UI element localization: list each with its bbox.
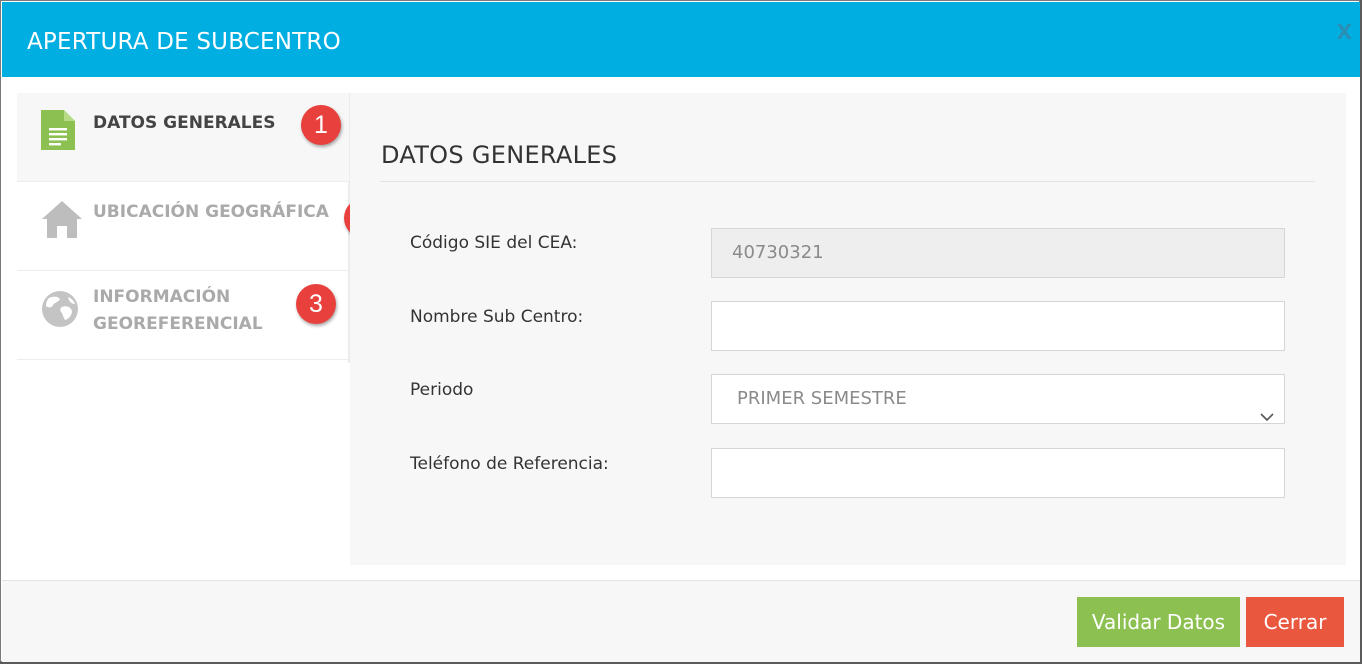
step-content-panel: DATOS GENERALES Código SIE del CEA: 4073… <box>350 93 1346 565</box>
modal-footer: Validar Datos Cerrar <box>2 580 1360 662</box>
chevron-down-icon <box>1260 393 1274 441</box>
nombre-sub-centro-input[interactable] <box>711 301 1285 351</box>
home-icon <box>41 200 83 242</box>
modal-header: APERTURA DE SUBCENTRO X <box>2 2 1360 77</box>
modal-dialog: APERTURA DE SUBCENTRO X DATOS GENERALES <box>0 0 1360 662</box>
periodo-label: Periodo <box>410 380 474 400</box>
step-label-georeferencial: GEOREFERENCIAL <box>93 314 263 334</box>
document-icon <box>41 110 75 154</box>
nombre-sub-centro-label: Nombre Sub Centro: <box>410 307 584 327</box>
section-divider <box>380 181 1315 182</box>
codigo-sie-field: 40730321 <box>711 228 1285 278</box>
telefono-input[interactable] <box>711 448 1285 498</box>
step-informacion-georeferencial[interactable]: INFORMACIÓN GEOREFERENCIAL 3 <box>17 271 349 360</box>
step-badge-1: 1 <box>301 105 341 145</box>
periodo-select[interactable]: PRIMER SEMESTRE <box>711 374 1285 424</box>
telefono-label: Teléfono de Referencia: <box>410 454 609 474</box>
globe-icon <box>41 290 79 332</box>
validar-datos-button[interactable]: Validar Datos <box>1077 597 1240 647</box>
step-label-ubicacion-geografica: UBICACIÓN GEOGRÁFICA <box>93 202 329 222</box>
cerrar-button[interactable]: Cerrar <box>1246 597 1344 647</box>
step-label-informacion: INFORMACIÓN <box>93 287 231 307</box>
wizard-steps: DATOS GENERALES 1 UBICACIÓN GEOGRÁFICA 2 <box>17 93 384 563</box>
modal-body: DATOS GENERALES 1 UBICACIÓN GEOGRÁFICA 2 <box>2 77 1360 580</box>
section-title: DATOS GENERALES <box>381 141 618 169</box>
modal-title: APERTURA DE SUBCENTRO <box>27 29 341 55</box>
step-ubicacion-geografica[interactable]: UBICACIÓN GEOGRÁFICA 2 <box>17 182 384 271</box>
close-icon[interactable]: X <box>1337 20 1352 44</box>
step-badge-3: 3 <box>296 284 336 324</box>
codigo-sie-label: Código SIE del CEA: <box>410 233 578 253</box>
periodo-selected-value: PRIMER SEMESTRE <box>737 388 907 409</box>
step-label-datos-generales: DATOS GENERALES <box>93 113 276 133</box>
step-datos-generales[interactable]: DATOS GENERALES 1 <box>17 93 349 182</box>
